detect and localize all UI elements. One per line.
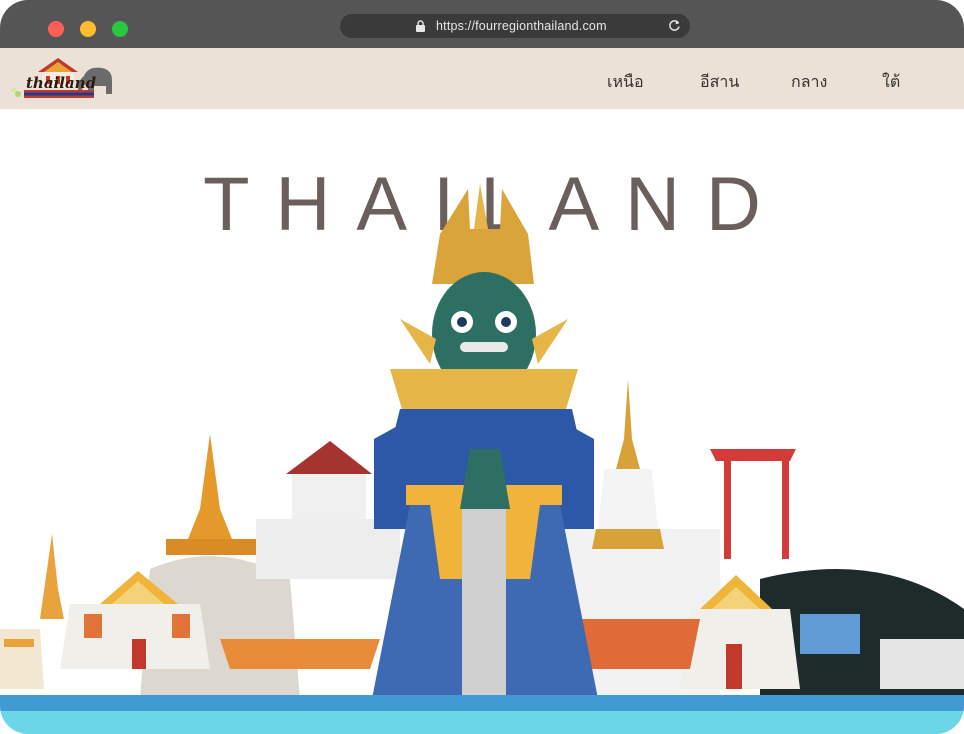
hero-section: THAILAND [0,109,964,734]
close-window-button[interactable] [48,21,64,37]
lock-icon [416,20,425,32]
url-text: https://fourregionthailand.com [436,19,607,33]
nav-item-north[interactable]: เหนือ [607,70,644,95]
nav-item-south[interactable]: ใต้ [882,70,900,95]
minimize-window-button[interactable] [80,21,96,37]
browser-window: https://fourregionthailand.com thailand … [0,0,964,734]
address-bar[interactable]: https://fourregionthailand.com [340,14,690,38]
nav-item-northeast[interactable]: อีสาน [700,70,739,95]
hero-illustration [0,184,964,734]
browser-titlebar: https://fourregionthailand.com [0,0,964,48]
site-logo[interactable]: thailand [8,50,120,106]
reload-icon[interactable] [668,19,681,32]
site-navbar: thailand เหนือ อีสาน กลาง ใต้ [0,48,964,109]
logo-text: thailand [26,74,97,92]
maximize-window-button[interactable] [112,21,128,37]
nav-item-central[interactable]: กลาง [791,70,827,95]
